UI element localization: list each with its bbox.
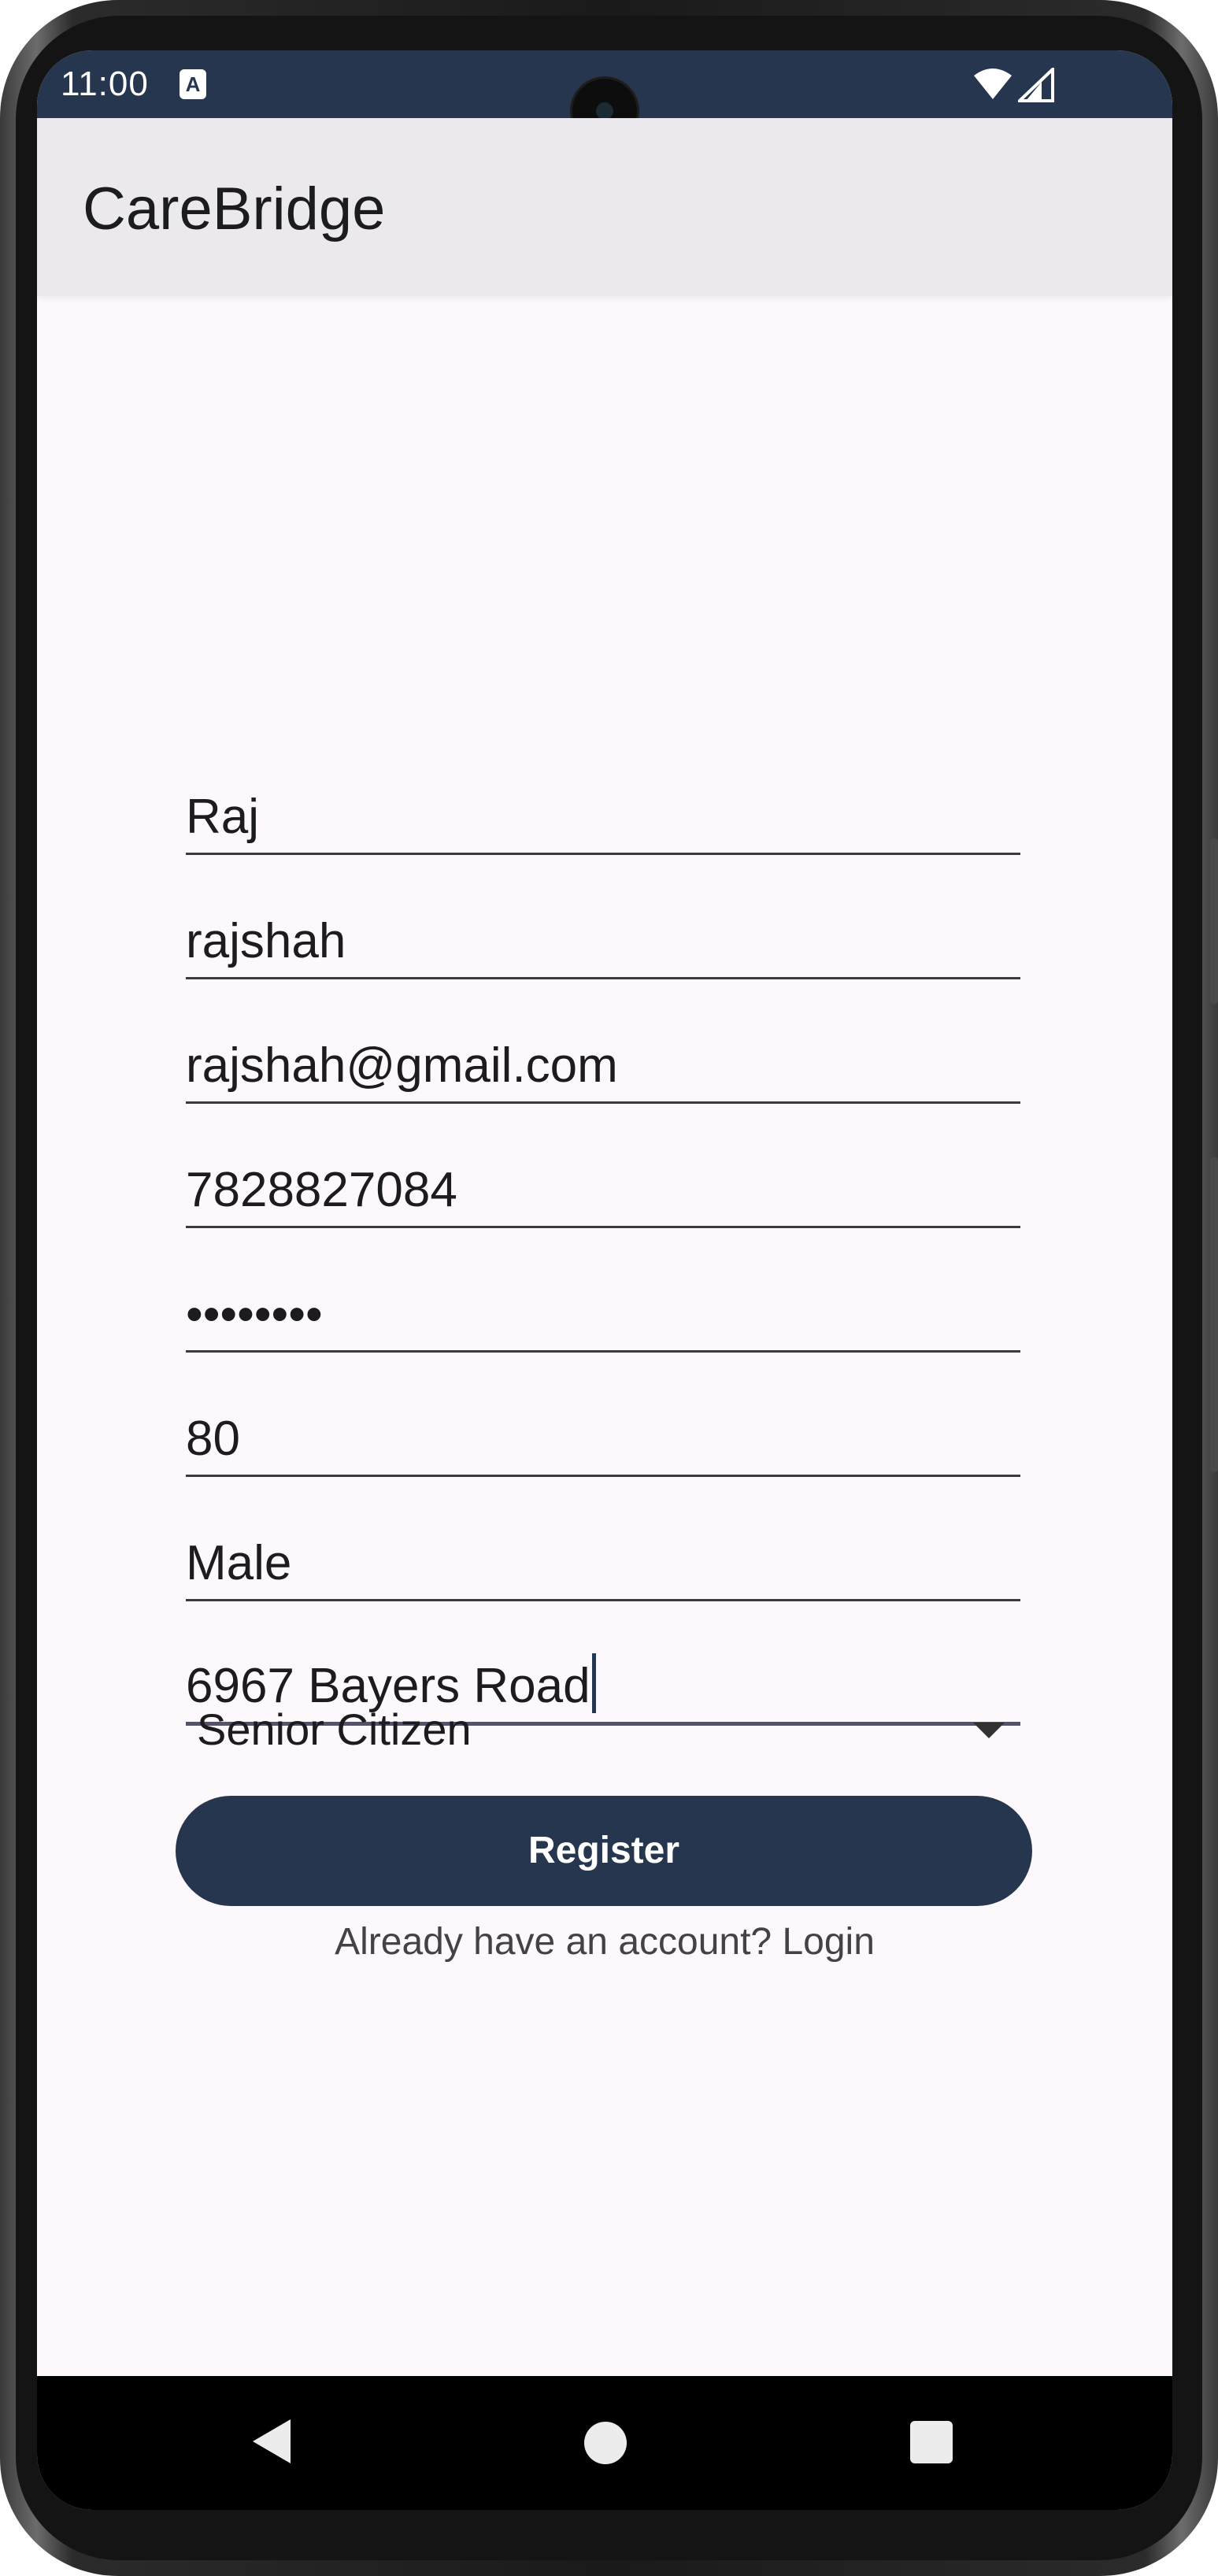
camera-lens <box>596 102 613 120</box>
power-button <box>1210 838 1218 1004</box>
home-icon[interactable] <box>584 2422 627 2464</box>
phone-field[interactable]: 7828827084 <box>186 1157 1020 1228</box>
field-value: 7828827084 <box>186 1163 457 1217</box>
role-dropdown-value: Senior Citizen <box>197 1704 472 1754</box>
field-value: rajshah <box>186 914 346 968</box>
gender-field[interactable]: Male <box>186 1530 1020 1601</box>
field-value: Male <box>186 1536 292 1590</box>
field-value: Raj <box>186 790 260 844</box>
wifi-icon <box>974 68 1012 99</box>
recents-icon[interactable] <box>910 2421 953 2463</box>
field-value: 80 <box>186 1412 240 1466</box>
role-dropdown[interactable]: Senior Citizen <box>186 1688 1020 1767</box>
password-field[interactable]: •••••••• <box>186 1282 1020 1353</box>
status-time: 11:00 <box>61 65 149 103</box>
age-field[interactable]: 80 <box>186 1406 1020 1477</box>
phone-frame: 11:00 A CareBridge Raj rajshah rajshah@g <box>0 0 1218 2576</box>
first-name-field[interactable]: Raj <box>186 784 1020 855</box>
register-button[interactable]: Register <box>176 1796 1032 1906</box>
cell-signal-icon <box>1018 68 1054 102</box>
dropdown-arrow-icon <box>973 1723 1005 1738</box>
app-bar: CareBridge <box>37 118 1172 296</box>
field-value: rajshah@gmail.com <box>186 1038 618 1093</box>
username-field[interactable]: rajshah <box>186 909 1020 979</box>
navigation-bar <box>37 2376 1172 2510</box>
a-box-icon: A <box>180 69 206 99</box>
volume-button <box>1210 1157 1218 1472</box>
email-field[interactable]: rajshah@gmail.com <box>186 1033 1020 1104</box>
field-value: •••••••• <box>186 1287 323 1342</box>
back-icon[interactable] <box>253 2419 291 2463</box>
login-link[interactable]: Already have an account? Login <box>37 1920 1172 1963</box>
screen: 11:00 A CareBridge Raj rajshah rajshah@g <box>37 50 1172 2510</box>
app-title: CareBridge <box>83 176 386 242</box>
